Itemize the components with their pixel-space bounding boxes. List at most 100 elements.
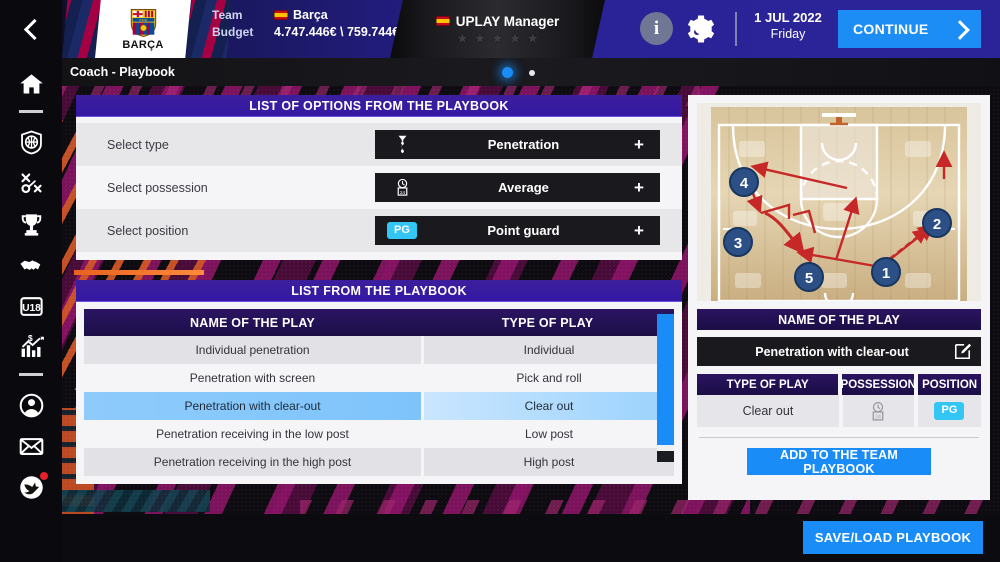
scrollbar-thumb[interactable] (657, 314, 674, 445)
svg-text:$: $ (28, 334, 33, 343)
tactics-icon (20, 173, 42, 194)
sidebar-item-u18[interactable]: U18 (0, 286, 62, 327)
team-card[interactable]: F.C.B. BARÇA (95, 0, 191, 58)
detail-meta-headers: TYPE OF PLAY POSSESSION POSITION (697, 374, 981, 395)
table-row[interactable]: Penetration with screen Pick and roll (84, 364, 674, 392)
play-name: Individual penetration (84, 336, 421, 364)
select-position-plus[interactable]: + (628, 221, 650, 241)
play-detail-panel: 4 3 5 1 2 NAME OF THE PLAY Penetration w… (688, 95, 990, 500)
info-icon: i (653, 17, 660, 39)
meta-header-type: TYPE OF PLAY (697, 374, 839, 395)
home-icon (19, 74, 43, 94)
budget-label: Budget (212, 25, 254, 39)
back-chevron-icon (20, 18, 42, 40)
date-display: 1 JUL 2022 Friday (745, 10, 831, 41)
option-row-position: Select position PG Point guard + (76, 209, 682, 252)
sidebar-item-tactics[interactable] (0, 163, 62, 204)
select-possession-control[interactable]: 24 Average + (375, 173, 660, 202)
game-screen: F.C.B. BARÇA Team Barça Budget 4.747.446… (0, 0, 1000, 562)
meta-header-possession: POSSESSION (841, 374, 916, 395)
select-possession-label: Select possession (107, 180, 208, 195)
team-shield-icon (20, 130, 42, 155)
panel-accent-bar (74, 270, 204, 275)
svg-text:5: 5 (805, 270, 813, 287)
subheader-bar: Coach - Playbook (62, 58, 1000, 86)
svg-text:U18: U18 (22, 303, 41, 314)
team-value: Barça (293, 8, 328, 22)
meta-value-position: PG (917, 395, 981, 427)
play-name: Penetration receiving in the high post (84, 448, 421, 476)
svg-text:2: 2 (933, 216, 941, 233)
header-divider (735, 12, 737, 46)
star-icon: ★ (491, 29, 504, 46)
meta-header-position: POSITION (918, 374, 981, 395)
team-info-grid: Team Barça Budget 4.747.446€ \ 759.744€ (212, 8, 399, 39)
star-icon: ★ (473, 29, 487, 46)
playbook-table: NAME OF THE PLAY TYPE OF PLAY Individual… (76, 302, 682, 484)
save-load-playbook-button[interactable]: SAVE/LOAD PLAYBOOK (803, 521, 983, 554)
options-panel-body: Select type Penetration + Select possess… (76, 117, 682, 260)
page-dot-active[interactable] (502, 67, 513, 78)
gear-icon[interactable] (685, 14, 715, 44)
possession-clock-icon: 24 (385, 178, 419, 197)
bottom-bar: SAVE/LOAD PLAYBOOK (62, 514, 1000, 562)
info-button[interactable]: i (640, 12, 673, 45)
spain-flag-icon (274, 10, 288, 20)
edit-pencil-icon[interactable] (953, 342, 972, 361)
penetration-icon (385, 135, 419, 154)
sidebar-item-inbox[interactable] (0, 426, 62, 467)
meta-value-possession: 24 (842, 395, 914, 427)
select-type-value: Penetration (487, 137, 560, 152)
options-panel-title: LIST OF OPTIONS FROM THE PLAYBOOK (76, 95, 682, 117)
back-button[interactable] (0, 0, 62, 58)
play-name-field[interactable]: Penetration with clear-out (697, 337, 981, 366)
table-row[interactable]: Individual penetration Individual (84, 336, 674, 364)
column-header-type: TYPE OF PLAY (501, 315, 594, 330)
detail-divider (699, 437, 979, 438)
play-name: Penetration receiving in the low post (84, 420, 421, 448)
sidebar-item-profile[interactable] (0, 385, 62, 426)
play-type: Low post (424, 420, 674, 448)
sidebar-divider (19, 110, 43, 113)
sidebar-item-team[interactable] (0, 122, 62, 163)
svg-text:24: 24 (399, 190, 405, 196)
detail-name-title: NAME OF THE PLAY (697, 309, 981, 330)
star-icon: ★ (456, 29, 469, 46)
list-panel-title: LIST FROM THE PLAYBOOK (76, 280, 682, 302)
page-dot-inactive[interactable] (529, 69, 535, 76)
sidebar-item-transfers[interactable] (0, 245, 62, 286)
select-type-plus[interactable]: + (628, 135, 650, 155)
sidebar-divider-2 (19, 373, 43, 376)
table-scrollbar[interactable] (657, 314, 674, 462)
manager-card[interactable]: UPLAY Manager ★ ★ ★ ★ ★ (390, 0, 605, 58)
detail-meta-values: Clear out 24 PG (697, 395, 981, 427)
page-indicator (502, 67, 535, 78)
select-possession-plus[interactable]: + (628, 178, 650, 198)
select-position-label: Select position (107, 223, 189, 238)
star-icon: ★ (508, 29, 522, 46)
column-header-name: NAME OF THE PLAY (190, 315, 315, 330)
table-row-selected[interactable]: Penetration with clear-out Clear out (84, 392, 674, 420)
svg-text:24: 24 (876, 414, 882, 420)
svg-text:1: 1 (882, 265, 890, 282)
table-row[interactable]: Penetration receiving in the high post H… (84, 448, 674, 476)
team-value-row: Barça (274, 8, 399, 22)
playbook-list-panel: LIST FROM THE PLAYBOOK NAME OF THE PLAY … (76, 280, 682, 484)
position-badge: PG (934, 402, 965, 420)
play-name: Penetration with screen (84, 364, 421, 392)
select-type-control[interactable]: Penetration + (375, 130, 660, 159)
u18-icon: U18 (19, 297, 43, 316)
sidebar-item-finance[interactable]: $ (0, 327, 62, 368)
mail-icon (19, 438, 43, 455)
continue-button[interactable]: CONTINUE (838, 10, 981, 48)
option-row-type: Select type Penetration + (76, 123, 682, 166)
table-row[interactable]: Penetration receiving in the low post Lo… (84, 420, 674, 448)
sidebar-item-competitions[interactable] (0, 204, 62, 245)
select-type-label: Select type (107, 137, 169, 152)
weekday-value: Friday (770, 27, 806, 41)
date-value: 1 JUL 2022 (754, 10, 822, 25)
sidebar-item-social[interactable] (0, 467, 62, 508)
sidebar-item-home[interactable] (0, 64, 62, 105)
add-to-team-playbook-button[interactable]: ADD TO THE TEAM PLAYBOOK (747, 448, 931, 476)
select-position-control[interactable]: PG Point guard + (375, 216, 660, 245)
